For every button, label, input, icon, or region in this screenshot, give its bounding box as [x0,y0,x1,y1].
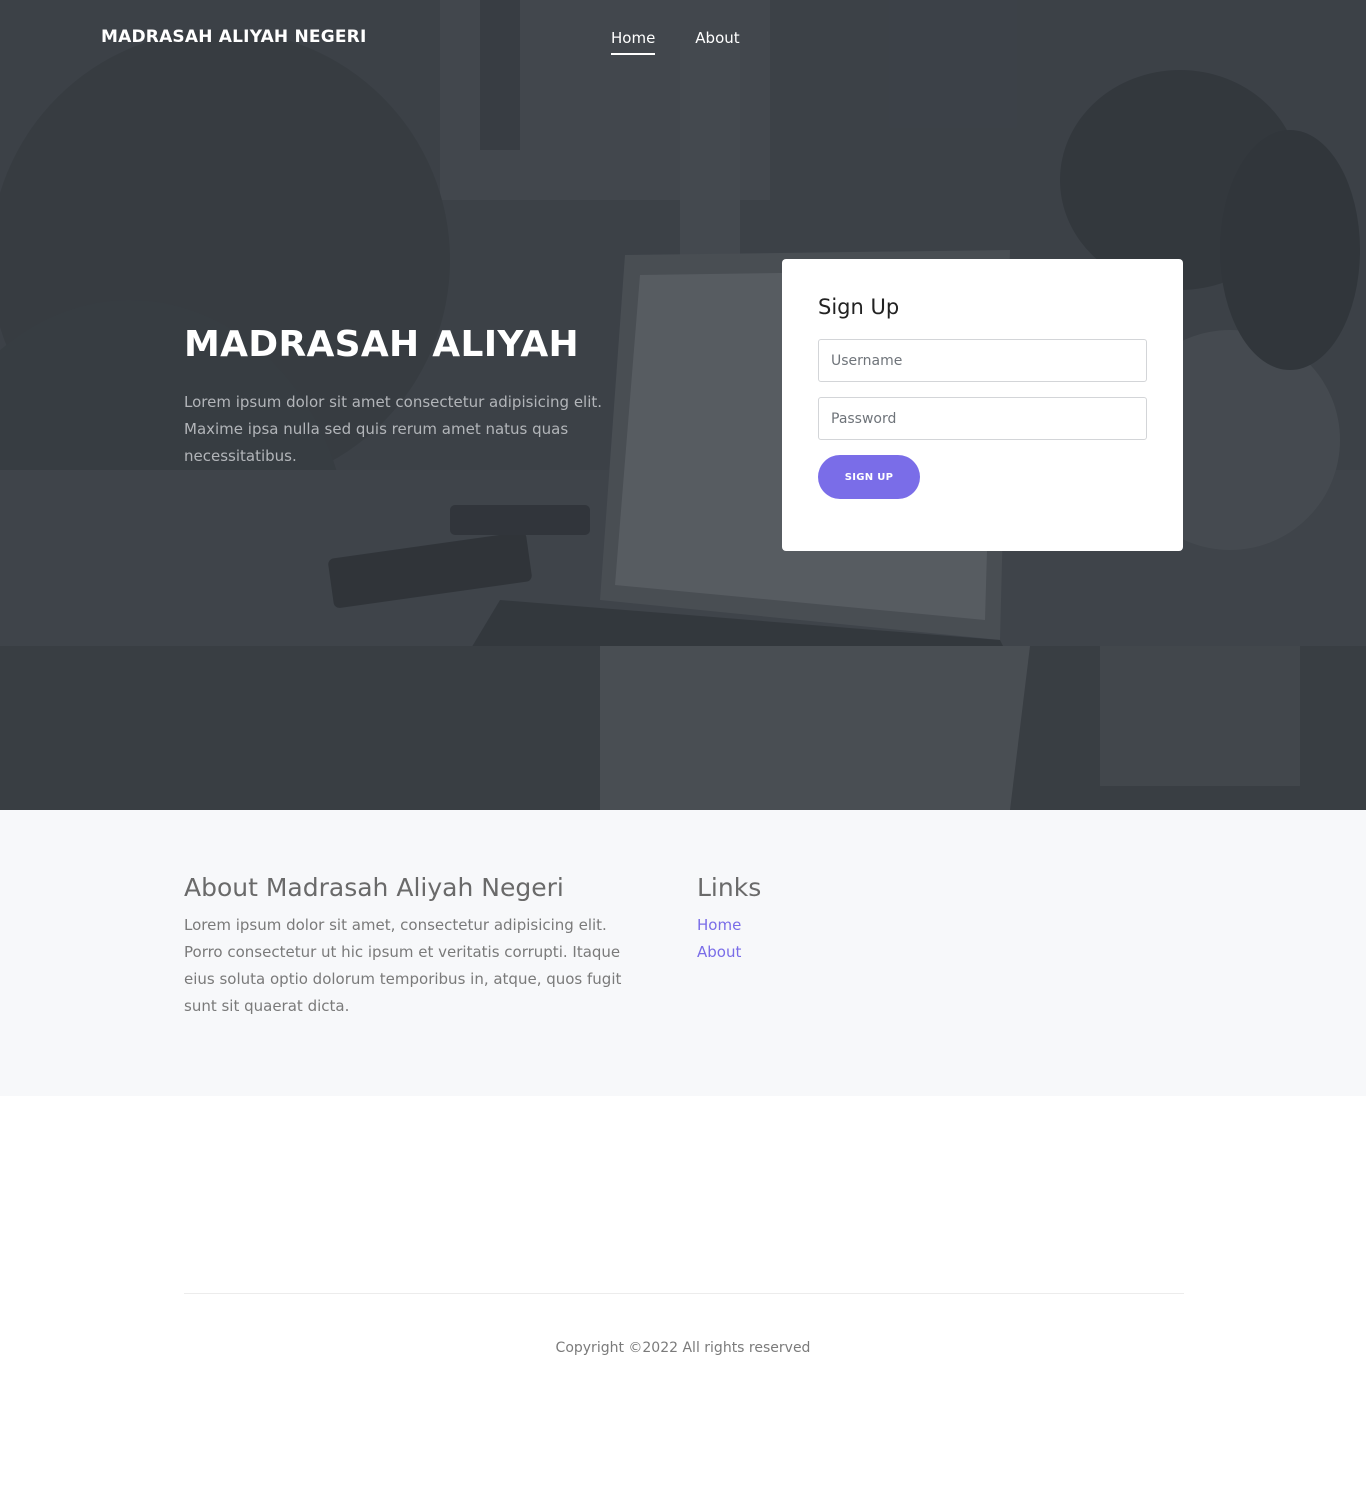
links-title: Links [697,873,762,902]
password-input[interactable] [818,397,1147,440]
about-column: About Madrasah Aliyah Negeri Lorem ipsum… [184,873,644,1020]
signup-title: Sign Up [818,295,900,319]
brand-logo[interactable]: MADRASAH ALIYAH NEGERI [101,27,367,47]
about-title: About Madrasah Aliyah Negeri [184,873,564,902]
hero-title: MADRASAH ALIYAH [184,324,579,365]
hero-description: Lorem ipsum dolor sit amet consectetur a… [184,393,603,465]
nav-home-link[interactable]: Home [611,29,656,55]
footer-divider [184,1293,1184,1294]
footer-link-home[interactable]: Home [697,912,997,939]
info-section: About Madrasah Aliyah Negeri Lorem ipsum… [0,810,1366,1096]
hero-section: MADRASAH ALIYAH NEGERI Home About MADRAS… [0,0,1366,810]
signup-card: Sign Up SIGN UP [782,259,1183,551]
signup-button[interactable]: SIGN UP [818,455,920,499]
copyright-text: Copyright ©2022 All rights reserved [555,1340,811,1356]
about-text: Lorem ipsum dolor sit amet, consectetur … [184,916,622,1015]
footer-link-about[interactable]: About [697,939,997,966]
nav-about-link[interactable]: About [695,29,739,55]
username-input[interactable] [818,339,1147,382]
links-column: Links Home About [697,873,997,966]
main-nav: Home About [611,29,740,55]
